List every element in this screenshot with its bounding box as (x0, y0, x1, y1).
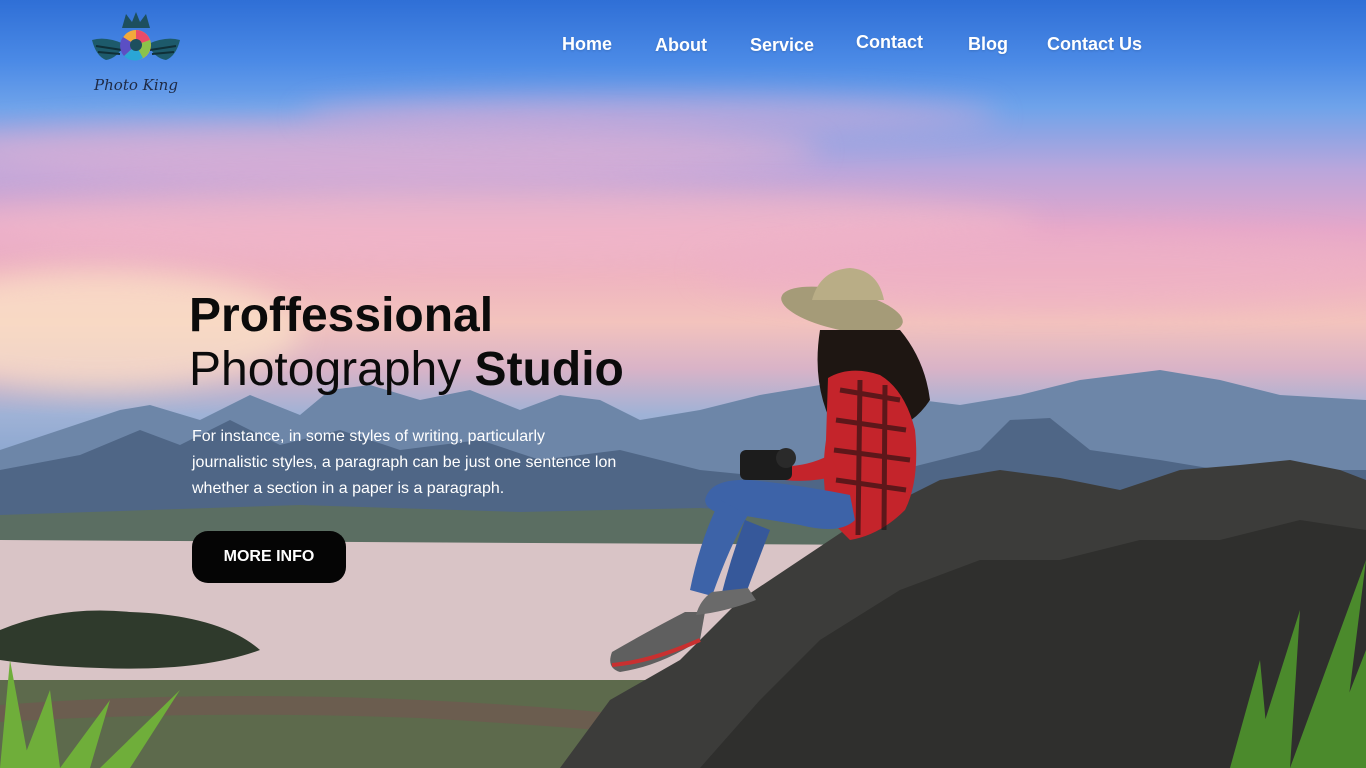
nav-contact-us[interactable]: Contact Us (1047, 34, 1142, 55)
hero-headline: Proffessional Photography Studio (189, 289, 749, 397)
headline-light-word: Photography (189, 343, 462, 396)
nav-blog[interactable]: Blog (968, 34, 1008, 55)
headline-bold-word: Studio (474, 343, 624, 396)
paragraph-line-3: whether a section in a paper is a paragr… (192, 480, 505, 497)
nav-home[interactable]: Home (562, 34, 612, 55)
hero-paragraph: For instance, in some styles of writing,… (192, 424, 692, 502)
nav-contact[interactable]: Contact (856, 32, 923, 53)
crowned-aperture-wings-logo-icon (92, 12, 180, 61)
brand-logo[interactable]: Photo King (88, 10, 184, 102)
nav-service[interactable]: Service (750, 35, 814, 56)
nav-about[interactable]: About (655, 35, 707, 56)
headline-line-2: Photography Studio (189, 343, 749, 397)
brand-name: Photo King (94, 76, 178, 94)
paragraph-line-1: For instance, in some styles of writing,… (192, 428, 546, 445)
more-info-button[interactable]: MORE INFO (192, 531, 346, 583)
headline-line-1: Proffessional (189, 289, 494, 342)
paragraph-line-2: journalistic styles, a paragraph can be … (192, 454, 617, 471)
